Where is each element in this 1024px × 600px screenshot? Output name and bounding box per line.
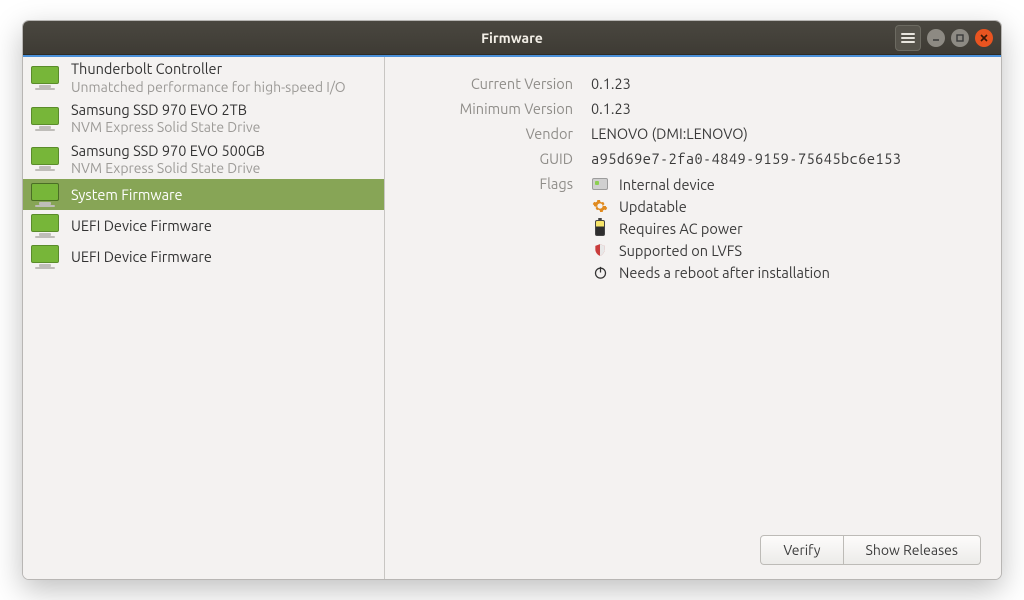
verify-button[interactable]: Verify (760, 535, 843, 565)
sidebar-item-label: Samsung SSD 970 EVO 2TB (71, 102, 260, 119)
action-buttons: Verify Show Releases (403, 535, 981, 565)
flag-updatable: Updatable (591, 197, 981, 215)
maximize-icon (955, 33, 965, 43)
app-window: Firmware Thunderbolt (22, 20, 1002, 580)
flag-ac-power: Requires AC power (591, 219, 981, 237)
sidebar-item-system-firmware[interactable]: System Firmware (23, 179, 384, 210)
value-guid: a95d69e7-2fa0-4849-9159-75645bc6e153 (591, 150, 981, 167)
sidebar-item-subtitle: NVM Express Solid State Drive (71, 160, 265, 176)
flag-reboot: Needs a reboot after installation (591, 263, 981, 281)
flag-label: Requires AC power (619, 220, 743, 237)
label-minimum-version: Minimum Version (403, 100, 573, 117)
device-sidebar: Thunderbolt Controller Unmatched perform… (23, 57, 385, 579)
value-flags: Internal device Updatable Requires AC po… (591, 175, 981, 281)
label-vendor: Vendor (403, 125, 573, 142)
device-icon (29, 107, 61, 131)
flag-label: Needs a reboot after installation (619, 264, 830, 281)
close-button[interactable] (975, 29, 993, 47)
device-icon (29, 214, 61, 238)
maximize-button[interactable] (951, 29, 969, 47)
battery-icon (591, 219, 609, 237)
sidebar-item-ssd-2tb[interactable]: Samsung SSD 970 EVO 2TB NVM Express Soli… (23, 98, 384, 139)
sidebar-item-label: UEFI Device Firmware (71, 218, 212, 235)
sidebar-item-label: Thunderbolt Controller (71, 61, 346, 78)
sidebar-item-subtitle: Unmatched performance for high-speed I/O (71, 79, 346, 95)
sidebar-item-subtitle: NVM Express Solid State Drive (71, 119, 260, 135)
power-icon (591, 263, 609, 281)
label-current-version: Current Version (403, 75, 573, 92)
sidebar-item-ssd-500gb[interactable]: Samsung SSD 970 EVO 500GB NVM Express So… (23, 139, 384, 180)
flag-label: Supported on LVFS (619, 242, 742, 259)
device-icon (29, 245, 61, 269)
detail-grid: Current Version 0.1.23 Minimum Version 0… (403, 75, 981, 281)
label-guid: GUID (403, 150, 573, 167)
sidebar-item-uefi-2[interactable]: UEFI Device Firmware (23, 241, 384, 272)
monitor-icon (31, 214, 59, 238)
sidebar-item-label: System Firmware (71, 187, 183, 204)
sidebar-item-label: UEFI Device Firmware (71, 249, 212, 266)
minimize-button[interactable] (927, 29, 945, 47)
device-icon (29, 147, 61, 171)
sidebar-item-uefi-1[interactable]: UEFI Device Firmware (23, 210, 384, 241)
detail-pane: Current Version 0.1.23 Minimum Version 0… (385, 57, 1001, 579)
device-icon (29, 183, 61, 207)
gear-icon (591, 197, 609, 215)
device-icon (29, 66, 61, 90)
flag-lvfs: Supported on LVFS (591, 241, 981, 259)
hamburger-icon (901, 31, 915, 45)
monitor-icon (31, 147, 59, 171)
shield-icon (591, 241, 609, 259)
disk-icon (591, 175, 609, 193)
monitor-icon (31, 183, 59, 207)
close-icon (979, 33, 989, 43)
title-bar: Firmware (23, 21, 1001, 55)
value-vendor: LENOVO (DMI:LENOVO) (591, 125, 981, 142)
sidebar-item-thunderbolt[interactable]: Thunderbolt Controller Unmatched perform… (23, 57, 384, 98)
flag-internal-device: Internal device (591, 175, 981, 193)
label-flags: Flags (403, 175, 573, 281)
flag-label: Internal device (619, 176, 715, 193)
monitor-icon (31, 66, 59, 90)
sidebar-item-label: Samsung SSD 970 EVO 500GB (71, 143, 265, 160)
window-controls (895, 25, 993, 51)
monitor-icon (31, 245, 59, 269)
body-area: Thunderbolt Controller Unmatched perform… (23, 57, 1001, 579)
window-title: Firmware (481, 30, 543, 46)
value-minimum-version: 0.1.23 (591, 100, 981, 117)
flags-list: Internal device Updatable Requires AC po… (591, 175, 981, 281)
show-releases-button[interactable]: Show Releases (844, 535, 981, 565)
value-current-version: 0.1.23 (591, 75, 981, 92)
menu-button[interactable] (895, 25, 921, 51)
flag-label: Updatable (619, 198, 687, 215)
minimize-icon (931, 33, 941, 43)
monitor-icon (31, 107, 59, 131)
